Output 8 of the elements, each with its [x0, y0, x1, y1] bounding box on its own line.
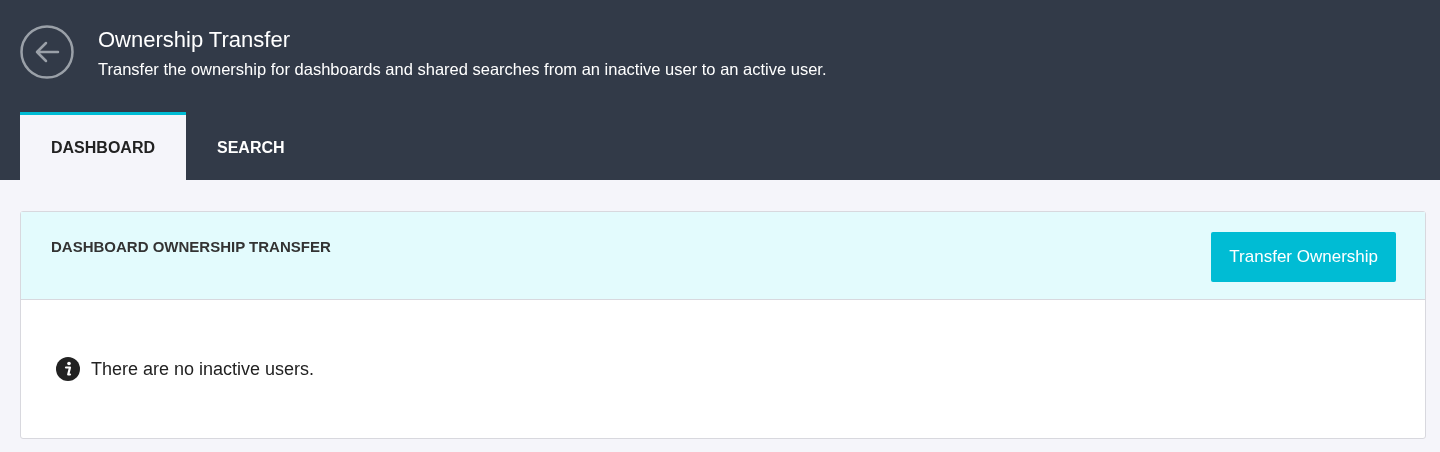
card-title: DASHBOARD OWNERSHIP TRANSFER: [51, 238, 331, 255]
page-title: Ownership Transfer: [98, 27, 291, 53]
tab[interactable]: SEARCH: [186, 112, 316, 180]
back-icon[interactable]: [20, 25, 74, 79]
empty-message: There are no inactive users.: [91, 358, 315, 380]
page-subtitle: Transfer the ownership for dashboards and shared searches from an inactive user to an active user.: [98, 59, 827, 80]
info-icon: [56, 357, 80, 381]
tab[interactable]: DASHBOARD: [20, 112, 186, 180]
